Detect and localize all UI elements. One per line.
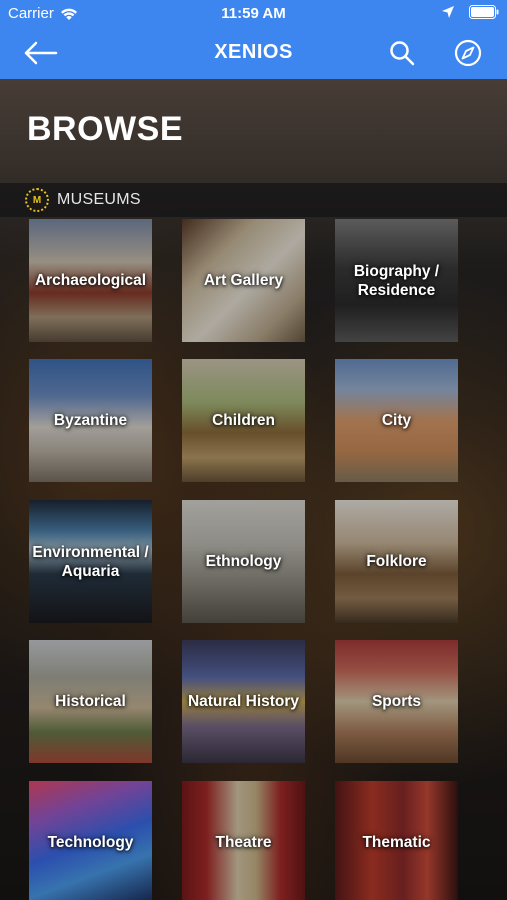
category-tile-sports[interactable]: Sports bbox=[335, 640, 458, 763]
category-label: Historical bbox=[55, 693, 126, 710]
navigation-bar: XENIOS bbox=[0, 27, 507, 79]
category-label: Thematic bbox=[362, 834, 431, 851]
category-label: Natural History bbox=[187, 693, 300, 710]
category-tile-historical[interactable]: Historical bbox=[29, 640, 152, 763]
category-tile-byzantine[interactable]: Byzantine bbox=[29, 359, 152, 482]
category-label: Archaeological bbox=[34, 272, 147, 289]
category-label: Theatre bbox=[215, 834, 272, 851]
status-bar: Carrier 11:59 AM bbox=[0, 0, 507, 27]
back-arrow-icon[interactable] bbox=[20, 39, 60, 67]
category-label: Art Gallery bbox=[203, 272, 284, 289]
category-tile-thematic[interactable]: Thematic bbox=[335, 781, 458, 900]
page-title: BROWSE bbox=[27, 110, 183, 148]
compass-icon[interactable] bbox=[454, 39, 482, 67]
museums-section-header: M MUSEUMS bbox=[0, 183, 507, 217]
category-tile-biography-residence[interactable]: Biography / Residence bbox=[335, 219, 458, 342]
category-label: Environmental / Aquaria bbox=[32, 543, 149, 580]
search-icon[interactable] bbox=[388, 39, 416, 67]
location-arrow-icon bbox=[442, 6, 454, 18]
category-label: Byzantine bbox=[53, 412, 128, 429]
category-label: Ethnology bbox=[205, 553, 282, 570]
category-tile-children[interactable]: Children bbox=[182, 359, 305, 482]
category-label: Sports bbox=[371, 693, 422, 710]
category-label: Children bbox=[212, 412, 275, 429]
category-tile-folklore[interactable]: Folklore bbox=[335, 500, 458, 623]
category-tile-art-gallery[interactable]: Art Gallery bbox=[182, 219, 305, 342]
category-label: Folklore bbox=[366, 553, 427, 570]
museum-badge-icon: M bbox=[25, 188, 49, 212]
category-tile-ethnology[interactable]: Ethnology bbox=[182, 500, 305, 623]
category-tile-city[interactable]: City bbox=[335, 359, 458, 482]
category-label: Biography / Residence bbox=[353, 262, 440, 299]
battery-icon bbox=[469, 5, 499, 19]
category-tile-natural-history[interactable]: Natural History bbox=[182, 640, 305, 763]
section-label: MUSEUMS bbox=[57, 191, 141, 208]
category-tile-theatre[interactable]: Theatre bbox=[182, 781, 305, 900]
category-label: City bbox=[381, 412, 412, 429]
category-tile-technology[interactable]: Technology bbox=[29, 781, 152, 900]
app-title: XENIOS bbox=[214, 41, 293, 63]
category-tile-environmental-aquaria[interactable]: Environmental / Aquaria bbox=[29, 500, 152, 623]
category-tile-archaeological[interactable]: Archaeological bbox=[29, 219, 152, 342]
category-label: Technology bbox=[47, 834, 134, 851]
clock: 11:59 AM bbox=[221, 5, 286, 22]
